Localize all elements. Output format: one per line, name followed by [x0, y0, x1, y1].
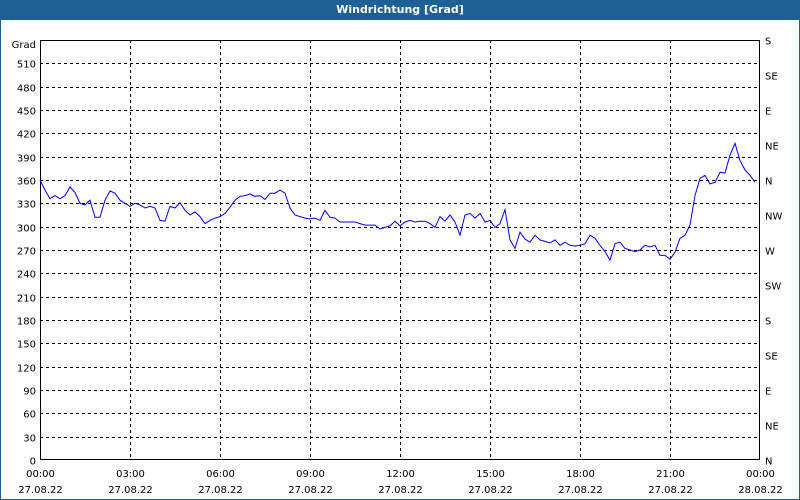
y2-tick-label: W [765, 247, 775, 258]
y2-tick-label: E [765, 107, 771, 118]
y-tick-label: 480 [17, 84, 36, 95]
x-tick-time: 00:00 [746, 469, 775, 480]
x-tick-date: 27.08.22 [108, 485, 153, 496]
y-axis-label: Grad [12, 40, 36, 51]
y-tick-label: 30 [23, 434, 36, 445]
y2-tick-label: SE [765, 352, 778, 363]
x-tick-date: 28.08.22 [738, 485, 783, 496]
x-tick-date: 27.08.22 [558, 485, 603, 496]
y-tick-label: 270 [17, 247, 36, 258]
x-tick-date: 27.08.22 [198, 485, 243, 496]
y2-tick-label: NE [765, 422, 779, 433]
y2-tick-label: NW [765, 212, 782, 223]
y-tick-label: 330 [17, 200, 36, 211]
x-tick-time: 21:00 [656, 469, 685, 480]
x-tick-time: 09:00 [296, 469, 325, 480]
x-tick-time: 18:00 [566, 469, 595, 480]
line-chart: 0 30 60 90 120 150 180 210 240 270 300 330 360 390 420… [12, 37, 783, 497]
y-tick-label: 450 [17, 107, 36, 118]
y2-tick-label: SE [765, 72, 778, 83]
y-tick-label: 150 [17, 340, 36, 351]
y2-tick-label: N [765, 457, 772, 468]
y-tick-label: 390 [17, 154, 36, 165]
x-tick-time: 15:00 [476, 469, 505, 480]
x-tick-date: 27.08.22 [18, 485, 63, 496]
y-tick-label: 510 [17, 60, 36, 71]
y-tick-label: 360 [17, 177, 36, 188]
x-tick-time: 03:00 [116, 469, 145, 480]
y-tick-label: 240 [17, 270, 36, 281]
x-tick-date: 27.08.22 [288, 485, 333, 496]
y-tick-label: 90 [23, 387, 36, 398]
x-tick-time: 06:00 [206, 469, 235, 480]
y2-tick-label: NE [765, 142, 779, 153]
x-tick-time: 00:00 [26, 469, 55, 480]
y2-tick-label: S [765, 37, 771, 48]
x-tick-time: 12:00 [386, 469, 415, 480]
y2-tick-label: E [765, 387, 771, 398]
y2-tick-label: S [765, 317, 771, 328]
y2-tick-label: SW [765, 282, 781, 293]
x-tick-date: 27.08.22 [378, 485, 423, 496]
y-tick-label: 120 [17, 364, 36, 375]
series-line-windrichtung [39, 141, 756, 262]
y2-tick-label: N [765, 177, 772, 188]
y-tick-label: 0 [30, 457, 36, 468]
x-tick-date: 27.08.22 [648, 485, 693, 496]
y-tick-label: 180 [17, 317, 36, 328]
y-tick-label: 210 [17, 294, 36, 305]
x-tick-date: 27.08.22 [468, 485, 513, 496]
y-tick-label: 300 [17, 224, 36, 235]
y-tick-label: 420 [17, 130, 36, 141]
y-tick-label: 60 [23, 410, 36, 421]
